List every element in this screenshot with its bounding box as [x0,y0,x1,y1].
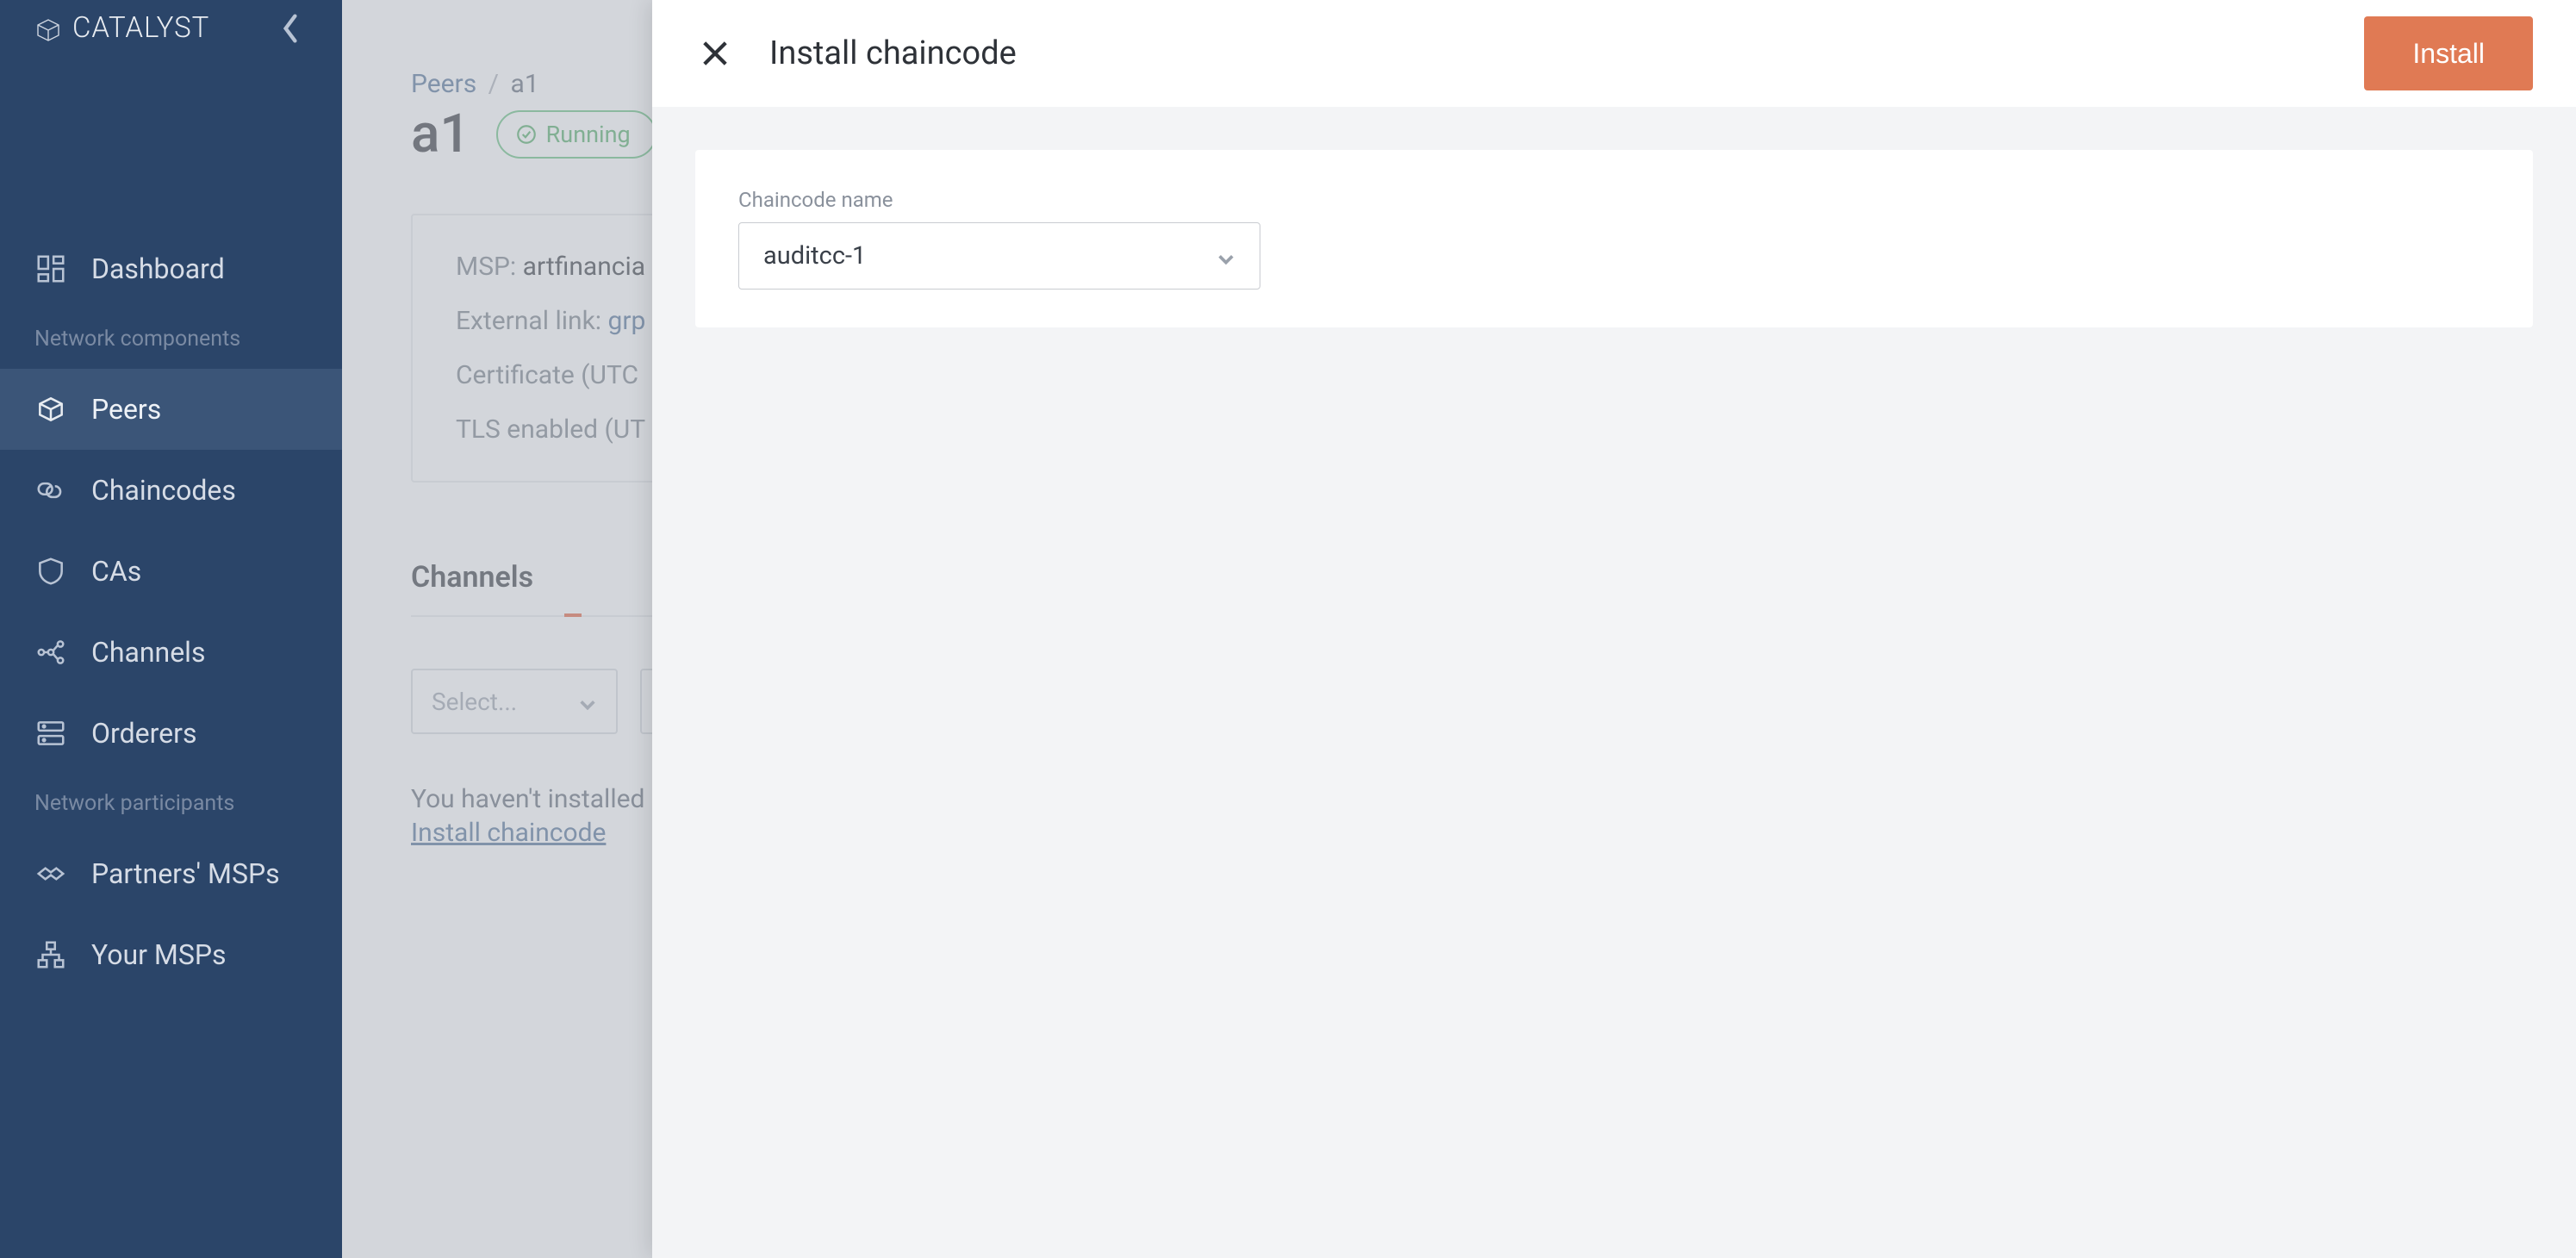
close-modal-button[interactable] [695,34,735,73]
modal-header: Install chaincode Install [652,0,2576,107]
brand-logo: CATALYST [34,11,209,45]
chaincode-name-select[interactable]: auditcc-1 [738,222,1260,290]
tls-label: TLS enabled (UT [456,414,645,445]
sidebar-label-cas: CAs [91,555,141,588]
msp-label: MSP: [456,252,516,282]
dashboard-icon [34,252,67,285]
shield-icon [34,555,67,588]
chaincode-name-value: auditcc-1 [763,241,866,271]
msp-value: artfinancia [523,252,645,282]
handshake-icon [34,857,67,890]
sidebar-label-channels: Channels [91,636,205,669]
sidebar-item-chaincodes[interactable]: Chaincodes [0,450,342,531]
sidebar: CATALYST Dashboard Network components Pe… [0,0,342,1258]
install-chaincode-modal: Install chaincode Install Chaincode name… [652,0,2576,1258]
certificate-label: Certificate (UTC [456,360,638,390]
sidebar-collapse-button[interactable] [273,11,308,46]
install-chaincode-link[interactable]: Install chaincode [411,818,606,848]
section-network-components: Network components [0,309,342,369]
channels-icon [34,636,67,669]
sidebar-body: Dashboard Network components Peers Chain… [0,56,342,1258]
chaincode-name-label: Chaincode name [738,188,2490,212]
sidebar-item-partners-msps[interactable]: Partners' MSPs [0,833,342,914]
logo-cube-icon [34,16,62,40]
peers-icon [34,393,67,426]
sidebar-item-dashboard[interactable]: Dashboard [0,228,342,309]
page-title: a1 [411,103,470,165]
external-link-label: External link: [456,306,601,336]
tab-channels[interactable]: Channels [411,560,533,615]
status-badge: Running [496,110,656,159]
chaincodes-icon [34,474,67,507]
org-tree-icon [34,938,67,971]
sidebar-label-dashboard: Dashboard [91,252,225,285]
orderers-icon [34,717,67,750]
modal-title: Install chaincode [769,34,1017,72]
status-text: Running [546,121,631,148]
sidebar-item-your-msps[interactable]: Your MSPs [0,914,342,995]
sidebar-item-orderers[interactable]: Orderers [0,693,342,774]
sidebar-item-peers[interactable]: Peers [0,369,342,450]
close-icon [697,35,733,72]
breadcrumb-separator: / [488,69,499,99]
sidebar-label-your-msps: Your MSPs [91,938,227,971]
breadcrumb-current: a1 [511,69,539,99]
chevron-down-icon [578,692,597,711]
sidebar-label-chaincodes: Chaincodes [91,474,236,507]
breadcrumb-root[interactable]: Peers [411,69,476,99]
sidebar-label-peers: Peers [91,393,161,426]
chevron-down-icon [1216,246,1235,265]
modal-body: Chaincode name auditcc-1 [652,107,2576,371]
install-button[interactable]: Install [2364,16,2533,90]
filter-select-placeholder: Select... [432,688,517,716]
sidebar-item-cas[interactable]: CAs [0,531,342,612]
check-circle-icon [515,123,538,146]
external-link-value[interactable]: grp [608,306,646,336]
brand-name: CATALYST [72,11,209,45]
filter-select[interactable]: Select... [411,669,618,734]
sidebar-label-partners-msps: Partners' MSPs [91,857,280,890]
form-card: Chaincode name auditcc-1 [695,150,2533,327]
section-network-participants: Network participants [0,774,342,833]
sidebar-header: CATALYST [0,0,342,56]
sidebar-item-channels[interactable]: Channels [0,612,342,693]
sidebar-label-orderers: Orderers [91,717,196,750]
